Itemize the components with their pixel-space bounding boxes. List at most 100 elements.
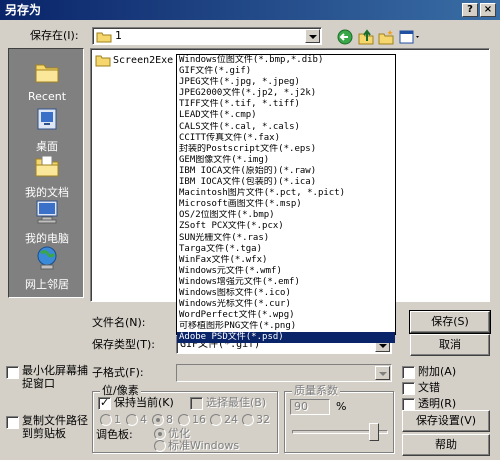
list-item[interactable]: TIFF文件(*.tif, *.tiff) <box>177 99 395 110</box>
file-name: Screen2Exe <box>113 55 174 66</box>
copy-path-label-2: 到剪贴板 <box>22 427 66 440</box>
place-desktop[interactable]: 桌面 <box>9 107 85 154</box>
list-item[interactable]: IBM IOCA文件(包装的)(*.ica) <box>177 177 395 188</box>
filename-label: 文件名(N): <box>92 316 146 329</box>
palette-standard-label: 标准Windows <box>168 439 240 452</box>
minimize-capture-label-2: 捉窗口 <box>22 377 55 390</box>
quality-slider-thumb[interactable] <box>369 423 380 441</box>
text-label: 文错 <box>418 381 440 394</box>
network-places-icon <box>37 246 57 270</box>
bit-option-label: 16 <box>192 413 206 426</box>
filetype-dropdown-list[interactable]: Windows位图文件(*.bmp,*.dib) GIF文件(*.gif) JPEG… <box>176 54 396 344</box>
list-item[interactable]: WordPerfect文件(*.wpg) <box>177 310 395 321</box>
place-label: Recent <box>27 90 67 103</box>
list-item[interactable]: CCITT传真文件(*.fax) <box>177 133 395 144</box>
list-item[interactable]: JPEG文件(*.jpg, *.jpeg) <box>177 77 395 88</box>
palette-optimize-radio[interactable] <box>154 428 166 440</box>
place-my-computer[interactable]: 我的电脑 <box>9 199 85 246</box>
list-item[interactable]: Windows光标文件(*.cur) <box>177 299 395 310</box>
list-item[interactable]: CALS文件(*.cal, *.cals) <box>177 122 395 133</box>
new-folder-icon[interactable] <box>377 28 395 46</box>
copy-path-checkbox[interactable] <box>6 416 19 429</box>
bit-radio-24[interactable] <box>210 414 222 426</box>
view-menu-icon[interactable] <box>398 28 422 46</box>
minimize-capture-checkbox[interactable] <box>6 366 19 379</box>
subformat-dropdown-icon[interactable] <box>375 366 390 380</box>
place-network[interactable]: 网上邻居 <box>9 245 85 292</box>
list-item[interactable]: OS/2位图文件(*.bmp) <box>177 210 395 221</box>
list-item[interactable]: ZSoft PCX文件(*.pcx) <box>177 221 395 232</box>
list-item[interactable]: JPEG2000文件(*.jp2, *.j2k) <box>177 88 395 99</box>
list-item[interactable]: Windows元文件(*.wmf) <box>177 266 395 277</box>
append-checkbox[interactable] <box>402 366 415 379</box>
list-item[interactable]: Adobe PSD文件(*.psd) <box>177 332 395 344</box>
save-in-label: 保存在(I): <box>30 29 79 42</box>
list-item[interactable]: IBM IOCA文件(原始的)(*.raw) <box>177 166 395 177</box>
filetype-label: 保存类型(T): <box>92 338 156 351</box>
list-item[interactable]: GEM图像文件(*.img) <box>177 155 395 166</box>
list-item[interactable]: GIF文件(*.gif) <box>177 66 395 77</box>
list-item[interactable]: 可移植图形PNG文件(*.png) <box>177 321 395 332</box>
bit-option-label: 24 <box>224 413 238 426</box>
list-item[interactable]: Windows增强元文件(*.emf) <box>177 277 395 288</box>
list-item[interactable]: 封装的Postscript文件(*.eps) <box>177 144 395 155</box>
place-my-documents[interactable]: 我的文档 <box>9 153 85 200</box>
subformat-label: 子格式(F): <box>92 366 144 379</box>
bit-radio-16[interactable] <box>178 414 190 426</box>
choose-best-checkbox[interactable] <box>190 397 203 410</box>
palette-standard-radio[interactable] <box>154 440 166 452</box>
list-item[interactable]: Microsoft画图文件(*.msp) <box>177 199 395 210</box>
my-documents-icon <box>35 155 59 177</box>
save-button[interactable]: 保存(S) <box>409 310 491 334</box>
bit-radio-8[interactable] <box>152 414 164 426</box>
list-item[interactable]: WinFax文件(*.wfx) <box>177 255 395 266</box>
save-in-combo[interactable]: 1 <box>92 27 322 45</box>
my-computer-icon <box>36 200 58 224</box>
minimize-capture-label: 最小化屏幕捕 <box>22 364 88 377</box>
bit-radio-32[interactable] <box>242 414 254 426</box>
places-bar: Recent 桌面 我的文档 我的电脑 网上邻居 <box>8 48 84 298</box>
bit-option-label: 4 <box>140 413 147 426</box>
back-icon[interactable] <box>336 28 354 46</box>
title-bar[interactable]: 另存为 ? × <box>0 0 500 20</box>
list-item[interactable]: Windows位图文件(*.bmp,*.dib) <box>177 55 395 66</box>
quality-input[interactable]: 90 <box>290 399 330 415</box>
list-item[interactable]: Targa文件(*.tga) <box>177 244 395 255</box>
place-label: 我的电脑 <box>25 232 69 245</box>
keep-current-checkbox[interactable] <box>98 396 111 410</box>
subformat-combo[interactable] <box>176 364 392 382</box>
place-recent[interactable]: Recent <box>9 59 85 103</box>
bit-option-label: 1 <box>114 413 121 426</box>
dialog-title: 另存为 <box>5 3 42 17</box>
transparent-label: 透明(R) <box>418 397 457 410</box>
list-item[interactable]: LEAD文件(*.cmp) <box>177 110 395 121</box>
help-button[interactable]: 帮助 <box>402 434 490 456</box>
text-checkbox[interactable] <box>402 382 415 395</box>
copy-path-label: 复制文件路径 <box>22 414 88 427</box>
save-in-dropdown-icon[interactable] <box>305 29 320 43</box>
choose-best-label: 选择最佳(B) <box>206 396 267 409</box>
append-label: 附加(A) <box>418 365 457 378</box>
palette-label: 调色板: <box>96 428 133 441</box>
save-as-dialog: 另存为 ? × 保存在(I): 1 Recent 桌面 我的文档 我的电脑 网上… <box>0 0 500 460</box>
bit-option-label: 32 <box>256 413 270 426</box>
keep-current-label: 保持当前(K) <box>114 396 174 409</box>
quality-value: 90 <box>294 400 308 413</box>
help-icon[interactable]: ? <box>462 3 478 17</box>
place-label: 桌面 <box>36 140 58 153</box>
bit-radio-4[interactable] <box>126 414 138 426</box>
save-settings-button[interactable]: 保存设置(V) <box>402 410 490 432</box>
list-item[interactable]: Windows图标文件(*.ico) <box>177 288 395 299</box>
folder-icon <box>95 55 111 67</box>
folder-icon <box>96 32 112 43</box>
close-icon[interactable]: × <box>480 3 496 17</box>
place-label: 网上邻居 <box>25 278 69 291</box>
recent-folder-icon <box>35 64 59 83</box>
list-item[interactable]: Macintosh图片文件(*.pct, *.pict) <box>177 188 395 199</box>
save-in-value: 1 <box>115 29 122 42</box>
place-label: 我的文档 <box>25 186 69 199</box>
cancel-button[interactable]: 取消 <box>410 334 490 356</box>
list-item[interactable]: SUN光栅文件(*.ras) <box>177 233 395 244</box>
up-folder-icon[interactable] <box>357 28 375 46</box>
bit-radio-1[interactable] <box>100 414 112 426</box>
